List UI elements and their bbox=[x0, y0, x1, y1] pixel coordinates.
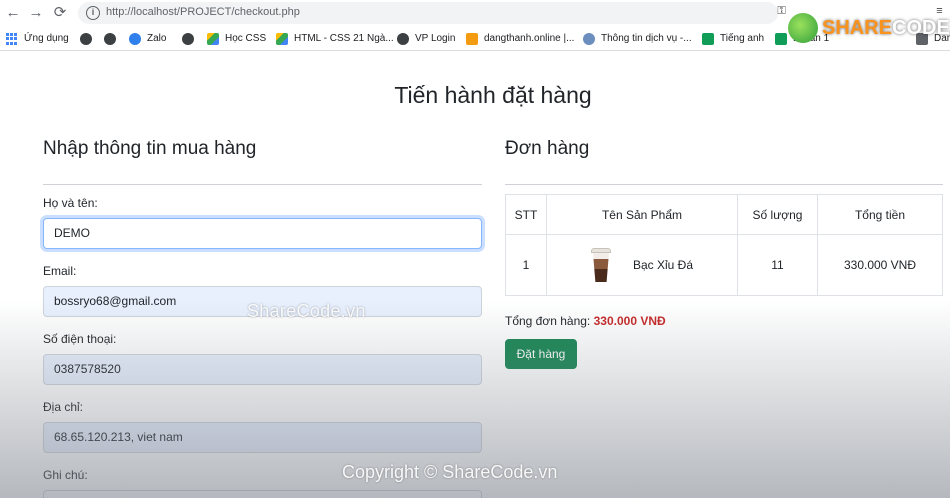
bookmark-label: VP Login bbox=[415, 33, 456, 44]
bookmark-thong-tin[interactable]: Thông tin dịch vụ -... bbox=[583, 31, 692, 47]
forward-button[interactable]: → bbox=[27, 4, 45, 22]
product-name: Bạc Xỉu Đá bbox=[632, 258, 694, 272]
phone-field[interactable]: 0387578520 bbox=[43, 354, 482, 385]
order-total-label: Tổng đơn hàng: bbox=[505, 314, 591, 328]
bookmark-tieng-anh[interactable]: Tiếng anh bbox=[702, 31, 764, 47]
cell-product: Bạc Xỉu Đá bbox=[546, 234, 738, 296]
bookmark-label: dangthanh.online |... bbox=[484, 33, 575, 44]
product-image bbox=[590, 248, 611, 282]
phone-label: Số điện thoại: bbox=[43, 332, 117, 346]
bookmark-label: Zalo bbox=[147, 33, 167, 44]
globe-icon bbox=[182, 33, 194, 45]
address-bar[interactable]: i http://localhost/PROJECT/checkout.php bbox=[78, 2, 778, 24]
divider bbox=[505, 184, 943, 185]
cell-stt: 1 bbox=[505, 234, 547, 296]
key-icon[interactable]: ⚿ bbox=[775, 5, 788, 18]
zalo-icon bbox=[129, 33, 141, 45]
cell-total: 330.000 VNĐ bbox=[817, 234, 943, 296]
bookmark-hoc-css[interactable]: Học CSS bbox=[207, 31, 266, 47]
bookmark-globe-2[interactable] bbox=[104, 31, 122, 47]
classroom-icon bbox=[775, 33, 787, 45]
site-info-icon[interactable]: i bbox=[86, 6, 100, 20]
bookmark-globe-3[interactable] bbox=[182, 31, 200, 47]
column-header-total: Tổng tiền bbox=[817, 194, 943, 235]
back-button[interactable]: ← bbox=[4, 4, 22, 22]
sharecode-logo: SHARECODE.vn bbox=[788, 10, 950, 46]
sharecode-logo-icon bbox=[788, 13, 818, 43]
reload-button[interactable]: ⟳ bbox=[51, 4, 69, 22]
name-field[interactable]: DEMO bbox=[43, 218, 482, 249]
bookmark-zalo[interactable]: Zalo bbox=[129, 31, 166, 47]
table-row: 1 Bạc Xỉu Đá 11 330.000 VNĐ bbox=[505, 234, 943, 296]
bookmark-label: Tiếng anh bbox=[720, 33, 765, 44]
globe-icon bbox=[104, 33, 116, 45]
name-label: Họ và tên: bbox=[43, 196, 98, 210]
url-text: http://localhost/PROJECT/checkout.php bbox=[106, 6, 300, 18]
reload-icon: ⟳ bbox=[53, 4, 67, 21]
form-title: Nhập thông tin mua hàng bbox=[43, 138, 257, 159]
back-arrow-icon: ← bbox=[5, 4, 21, 21]
order-title: Đơn hàng bbox=[505, 138, 590, 159]
globe-icon bbox=[397, 33, 409, 45]
bookmark-label: Thông tin dịch vụ -... bbox=[601, 33, 692, 44]
note-field[interactable] bbox=[43, 490, 482, 498]
watermark-copyright-text: Copyright © ShareCode.vn bbox=[342, 462, 558, 482]
email-label: Email: bbox=[43, 264, 77, 278]
column-header-product: Tên Sản Phẩm bbox=[546, 194, 738, 235]
bookmark-label: Học CSS bbox=[225, 33, 267, 44]
globe-icon bbox=[80, 33, 92, 45]
order-total-value: 330.000 VNĐ bbox=[593, 314, 666, 328]
bookmark-html-css[interactable]: HTML - CSS 21 Ngà... bbox=[276, 31, 394, 47]
page-title: Tiến hành đặt hàng bbox=[394, 82, 592, 108]
address-label: Địa chỉ: bbox=[43, 400, 84, 414]
order-table: STT Tên Sản Phẩm Số lượng Tổng tiền 1 Bạ… bbox=[505, 194, 943, 296]
column-header-stt: STT bbox=[505, 194, 547, 235]
drive-icon bbox=[276, 33, 288, 45]
bookmark-apps[interactable]: Ứng dụng bbox=[6, 31, 69, 47]
globe-icon bbox=[583, 33, 595, 45]
place-order-button[interactable]: Đặt hàng bbox=[505, 339, 577, 369]
cell-quantity: 11 bbox=[737, 234, 818, 296]
bookmark-globe-1[interactable] bbox=[80, 31, 98, 47]
order-summary: Đơn hàng STT Tên Sản Phẩm Số lượng Tổng … bbox=[505, 138, 943, 369]
note-label: Ghi chú: bbox=[43, 468, 88, 482]
table-header-row: STT Tên Sản Phẩm Số lượng Tổng tiền bbox=[505, 194, 943, 235]
sharecode-logo-text: SHARECODE.vn bbox=[822, 16, 950, 39]
apps-grid-icon bbox=[6, 33, 18, 45]
checkout-page: Tiến hành đặt hàng Nhập thông tin mua hà… bbox=[0, 52, 950, 498]
classroom-icon bbox=[702, 33, 714, 45]
forward-arrow-icon: → bbox=[28, 4, 44, 21]
drive-icon bbox=[207, 33, 219, 45]
site-icon bbox=[466, 33, 478, 45]
bookmark-vp-login[interactable]: VP Login bbox=[397, 31, 455, 47]
divider bbox=[43, 184, 482, 185]
bookmark-label: HTML - CSS 21 Ngà... bbox=[294, 33, 394, 44]
customer-form: Nhập thông tin mua hàng Họ và tên: DEMO … bbox=[43, 138, 482, 498]
bookmark-label: Ứng dụng bbox=[24, 33, 69, 44]
address-field[interactable]: 68.65.120.213, viet nam bbox=[43, 422, 482, 453]
bookmark-dangthanh[interactable]: dangthanh.online |... bbox=[466, 31, 574, 47]
order-total: Tổng đơn hàng: 330.000 VNĐ bbox=[505, 314, 666, 328]
watermark-center-text: ShareCode.vn bbox=[247, 301, 366, 321]
column-header-quantity: Số lượng bbox=[737, 194, 818, 235]
